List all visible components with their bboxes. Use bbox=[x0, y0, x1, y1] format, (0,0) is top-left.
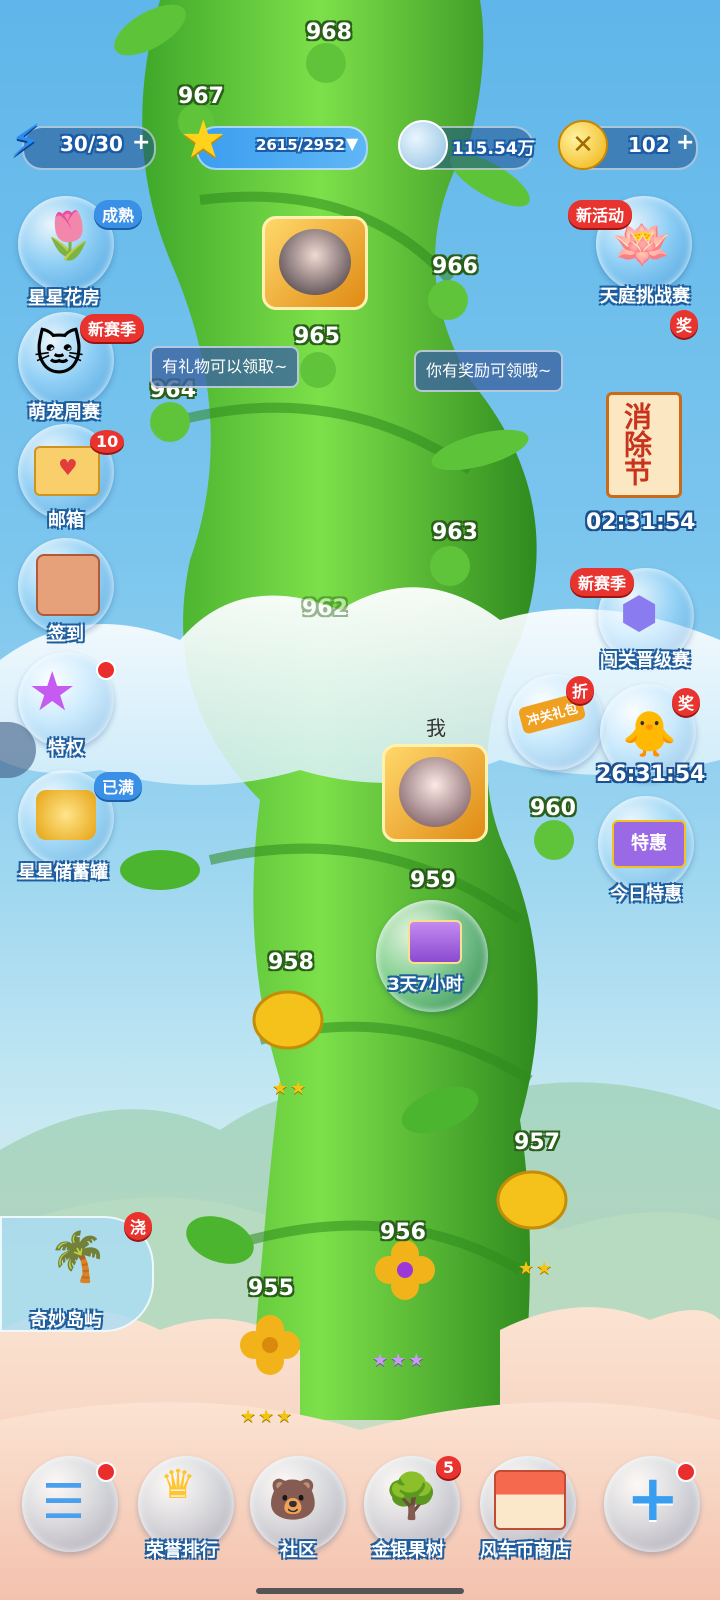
tree-icon: 🌳 bbox=[384, 1471, 439, 1522]
level-967[interactable]: 967 bbox=[178, 84, 224, 109]
windmill-shop-label: 风车币商店 bbox=[480, 1540, 570, 1561]
coins-value: 115.54万 bbox=[452, 139, 535, 159]
coin-jar-icon bbox=[36, 790, 96, 840]
friend-avatar bbox=[279, 229, 351, 295]
level-957[interactable]: 957 bbox=[514, 1130, 560, 1155]
level-promotion-label: 闯关晋级赛 bbox=[600, 650, 690, 671]
level-963[interactable]: 963 bbox=[432, 520, 478, 545]
gold-coin-icon: ✕ bbox=[558, 120, 608, 170]
heaven-challenge-label: 天庭挑战赛 bbox=[600, 286, 690, 307]
level-958-stars: ★★ bbox=[272, 1078, 309, 1099]
privilege-label: 特权 bbox=[48, 738, 84, 759]
festival-badge: 奖 bbox=[670, 310, 699, 338]
mailbox-badge: 10 bbox=[90, 430, 125, 453]
community-label: 社区 bbox=[280, 1540, 316, 1561]
level-956-stars: ★★★ bbox=[372, 1350, 427, 1371]
chick-badge: 奖 bbox=[672, 688, 701, 716]
shop-icon bbox=[494, 1470, 566, 1530]
piggy-bank-badge: 已满 bbox=[94, 772, 143, 800]
reward-tip[interactable]: 你有奖励可领哦~ bbox=[414, 350, 564, 392]
heaven-challenge-badge: 新活动 bbox=[568, 200, 633, 228]
friend-avatar-frame[interactable] bbox=[262, 216, 368, 310]
calendar-icon bbox=[36, 554, 100, 616]
chick-timer: 26:31:54 bbox=[596, 762, 706, 787]
level-960[interactable]: 960 bbox=[530, 796, 576, 821]
chick-icon: 🐥 bbox=[622, 709, 677, 760]
mailbox-label: 邮箱 bbox=[48, 510, 84, 531]
level-957-stars: ★★ bbox=[518, 1258, 555, 1279]
level-966[interactable]: 966 bbox=[432, 254, 478, 279]
star-garden-label: 星星花房 bbox=[28, 288, 100, 309]
pet-weekly-badge: 新赛季 bbox=[80, 314, 145, 342]
shield-icon: ⬢ bbox=[620, 588, 659, 639]
lightning-icon: ⚡ bbox=[10, 116, 41, 167]
level-965[interactable]: 965 bbox=[294, 324, 340, 349]
level-958[interactable]: 958 bbox=[268, 950, 314, 975]
dropdown-icon[interactable]: ▼ bbox=[346, 134, 358, 153]
money-tree-label: 金银果树 bbox=[372, 1540, 444, 1561]
list-icon: ☰ bbox=[42, 1474, 86, 1530]
pet-weekly-label: 萌宠周赛 bbox=[28, 402, 100, 423]
cat-icon: 🐱 bbox=[34, 326, 85, 382]
star-icon: ★ bbox=[180, 110, 227, 170]
my-avatar bbox=[399, 757, 471, 827]
star-privilege-icon: ★ bbox=[28, 660, 77, 723]
festival-timer: 02:31:54 bbox=[586, 510, 696, 535]
daily-deal-label: 今日特惠 bbox=[610, 884, 682, 905]
island-badge: 浇 bbox=[124, 1212, 153, 1240]
level-955-stars: ★★★ bbox=[240, 1406, 295, 1427]
gift-tip[interactable]: 有礼物可以领取~ bbox=[150, 346, 300, 388]
heart-icon: ♥ bbox=[58, 456, 78, 481]
level-968[interactable]: 968 bbox=[306, 20, 352, 45]
gift-pack-badge: 折 bbox=[566, 676, 595, 704]
my-avatar-frame[interactable] bbox=[382, 744, 488, 842]
bear-chick-icon: 🐻 bbox=[268, 1477, 318, 1523]
energy-plus-icon[interactable]: + bbox=[132, 130, 150, 155]
silver-coin-icon bbox=[398, 120, 448, 170]
energy-value: 30/30 bbox=[60, 132, 123, 156]
money-tree-badge: 5 bbox=[436, 1456, 462, 1479]
level-promotion-badge: 新赛季 bbox=[570, 568, 635, 596]
star-progress-value: 2615/2952 bbox=[256, 136, 345, 154]
crown-icon: ♛ bbox=[160, 1462, 196, 1508]
gold-value: 102 bbox=[628, 133, 670, 157]
daily-deal-sign: 特惠 bbox=[612, 820, 686, 868]
piggy-bank-label: 星星储蓄罐 bbox=[18, 862, 108, 883]
level-959[interactable]: 959 bbox=[410, 868, 456, 893]
palm-tree-icon: 🌴 bbox=[48, 1229, 108, 1285]
flower-icon: 🌷 bbox=[40, 208, 98, 262]
home-indicator[interactable] bbox=[256, 1588, 464, 1594]
wonder-island-label: 奇妙岛屿 bbox=[30, 1310, 102, 1331]
star-garden-badge: 成熟 bbox=[94, 200, 143, 228]
gift-timer: 3天7小时 bbox=[388, 975, 463, 995]
gold-plus-icon[interactable]: + bbox=[676, 130, 694, 155]
plus-icon: + bbox=[626, 1462, 680, 1536]
festival-scroll-text: 消除节 bbox=[620, 402, 653, 486]
checkin-label: 签到 bbox=[48, 624, 84, 645]
gift-box-icon bbox=[408, 920, 462, 964]
elimination-festival-button[interactable]: 消除节 bbox=[594, 322, 690, 512]
add-red-dot bbox=[676, 1462, 696, 1482]
honor-ranking-label: 荣誉排行 bbox=[146, 1540, 218, 1561]
menu-red-dot bbox=[96, 1462, 116, 1482]
privilege-red-dot bbox=[96, 660, 116, 680]
level-955[interactable]: 955 bbox=[248, 1276, 294, 1301]
level-956[interactable]: 956 bbox=[380, 1220, 426, 1245]
level-962[interactable]: 962 bbox=[302, 596, 348, 621]
me-label: 我 bbox=[426, 716, 446, 740]
